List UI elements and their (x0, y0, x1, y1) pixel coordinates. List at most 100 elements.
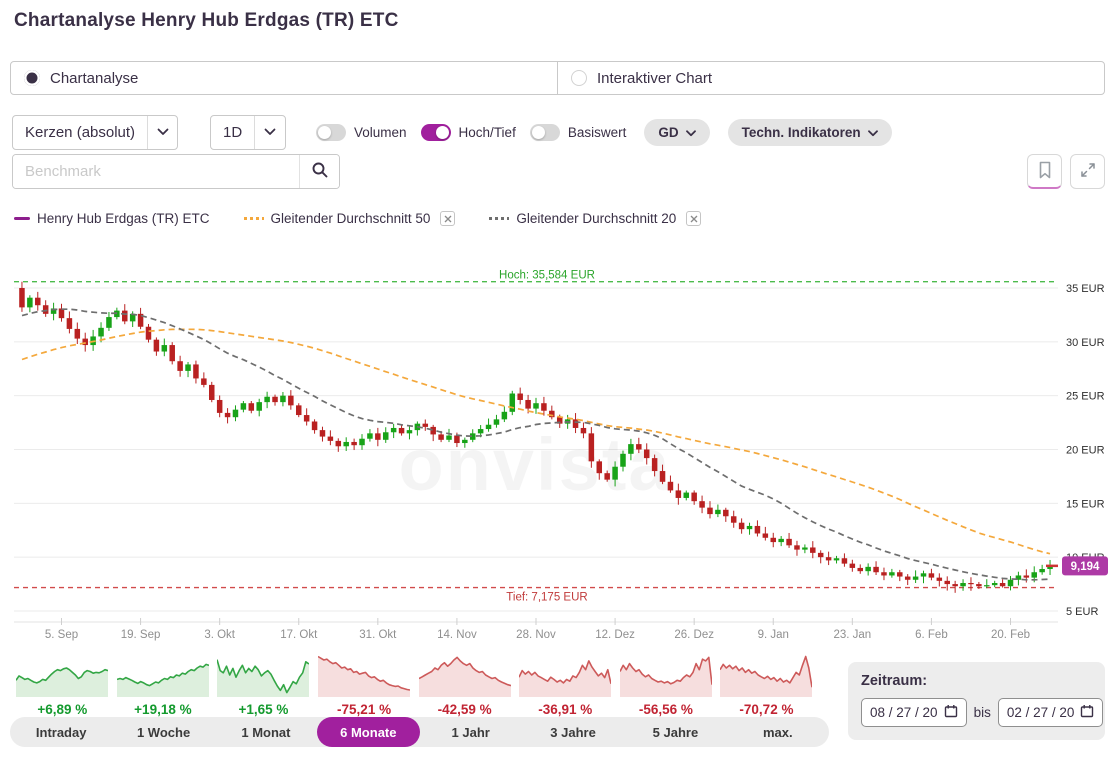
tab-1-monat[interactable]: 1 Monat (215, 717, 317, 747)
interval-select[interactable]: 1D (210, 114, 286, 150)
performance-thumbnail-3-jahre[interactable]: -36,91 % (515, 651, 616, 717)
candle (193, 364, 199, 379)
candle (778, 538, 784, 543)
candle (588, 433, 595, 462)
candle (177, 361, 183, 371)
candle (746, 525, 753, 530)
date-to-value: 02 / 27 / 20 (1006, 705, 1075, 720)
benchmark-search (12, 154, 340, 189)
candle (161, 345, 168, 352)
tab-1-woche[interactable]: 1 Woche (112, 717, 214, 747)
x-axis-label: 17. Okt (280, 629, 318, 641)
tab-3-jahre[interactable]: 3 Jahre (522, 717, 624, 747)
performance-thumbnail-1-woche[interactable]: +19,18 % (113, 651, 214, 717)
candle (786, 538, 792, 546)
legend-item: Gleitender Durchschnitt 20 (489, 211, 702, 226)
candle (398, 427, 405, 434)
candle (667, 481, 674, 491)
view-option-option1[interactable]: Interaktiver Chart (557, 61, 1105, 95)
fullscreen-button[interactable] (1070, 154, 1105, 189)
tab-intraday[interactable]: Intraday (10, 717, 112, 747)
date-from-input[interactable]: 08 / 27 / 20 (861, 698, 967, 727)
candle (1039, 569, 1045, 573)
tab-1-jahr[interactable]: 1 Jahr (420, 717, 522, 747)
bookmark-button[interactable] (1027, 154, 1062, 189)
chevron-down-icon (254, 115, 285, 149)
candle (762, 533, 769, 538)
search-icon (311, 161, 329, 182)
toggle-label: Basiswert (567, 124, 627, 140)
candle (841, 558, 848, 564)
candle (715, 509, 721, 515)
performance-thumbnail-intraday[interactable]: +6,89 % (12, 651, 113, 717)
candle (857, 567, 863, 572)
candle (659, 471, 666, 482)
toggle-label: Hoch/Tief (458, 124, 516, 140)
x-axis-label: 23. Jan (833, 629, 871, 641)
candle (485, 424, 492, 430)
legend-item: Henry Hub Erdgas (TR) ETC (14, 211, 210, 226)
tab-5-jahre[interactable]: 5 Jahre (624, 717, 726, 747)
candle (810, 547, 816, 553)
x-axis-label: 31. Okt (359, 629, 397, 641)
candle (730, 516, 737, 523)
candle (904, 576, 911, 580)
dropdown-button-gd[interactable]: GD (644, 118, 710, 146)
dropdown-button-techn--indikatoren[interactable]: Techn. Indikatoren (727, 118, 892, 146)
candle (169, 345, 175, 362)
y-axis-label: 15 EUR (1066, 498, 1105, 510)
remove-indicator-button[interactable] (440, 211, 456, 226)
date-from-value: 08 / 27 / 20 (870, 705, 938, 720)
date-to-input[interactable]: 02 / 27 / 20 (997, 698, 1104, 727)
tab-6-monate[interactable]: 6 Monate (317, 717, 420, 747)
toggle-pill (316, 123, 346, 141)
x-axis-label: 5. Sep (45, 629, 78, 641)
performance-thumbnail-5-jahre[interactable]: -56,56 % (616, 651, 717, 717)
chevron-down-icon (685, 125, 696, 140)
candle (936, 577, 943, 581)
search-button[interactable] (299, 155, 339, 188)
benchmark-input[interactable] (13, 155, 299, 188)
x-axis-label: 14. Nov (437, 629, 477, 641)
candle (375, 433, 381, 440)
chart-type-select[interactable]: Kerzen (absolut) (12, 114, 178, 150)
candle (35, 297, 41, 306)
calendar-icon (1080, 704, 1094, 721)
toggle-basiswert[interactable]: Basiswert (529, 123, 627, 141)
performance-thumbnail-1-jahr[interactable]: -42,59 % (414, 651, 515, 717)
close-icon (444, 215, 452, 222)
candle (201, 378, 207, 385)
y-axis-label: 35 EUR (1066, 283, 1105, 295)
candle (889, 572, 895, 576)
candle (477, 429, 484, 434)
candle (707, 507, 713, 515)
candle (288, 395, 294, 406)
candle (865, 566, 871, 572)
candle (825, 557, 832, 561)
candle (493, 419, 500, 425)
candle (272, 396, 278, 403)
toggle-hoch-tief[interactable]: Hoch/Tief (420, 123, 516, 141)
zeitraum-title: Zeitraum: (861, 673, 928, 689)
candle (295, 405, 302, 416)
performance-percent: -36,91 % (538, 702, 593, 717)
performance-thumbnail-1-monat[interactable]: +1,65 % (213, 651, 314, 717)
candle (723, 509, 729, 517)
performance-thumbnail-max-[interactable]: -70,72 % (716, 651, 817, 717)
x-axis-label: 9. Jan (758, 629, 789, 641)
candle (944, 580, 950, 585)
toggle-volumen[interactable]: Volumen (316, 123, 407, 141)
tab-label: 1 Monat (241, 724, 291, 740)
toggle-group: Volumen Hoch/Tief Basiswert (302, 123, 627, 141)
candle (651, 458, 658, 472)
performance-thumbnail-6-monate[interactable]: -75,21 % (314, 651, 415, 717)
tab-max-[interactable]: max. (727, 717, 829, 747)
candle (881, 572, 887, 576)
remove-indicator-button[interactable] (686, 211, 702, 226)
candle (462, 439, 468, 444)
sparkline-svg (519, 660, 612, 697)
candlestick-chart[interactable]: 35 EUR30 EUR25 EUR20 EUR15 EUR10 EUR5 EU… (0, 268, 1116, 646)
radio-selected-icon (24, 70, 40, 86)
view-option-selected[interactable]: Chartanalyse (10, 61, 558, 95)
candle (122, 310, 128, 322)
